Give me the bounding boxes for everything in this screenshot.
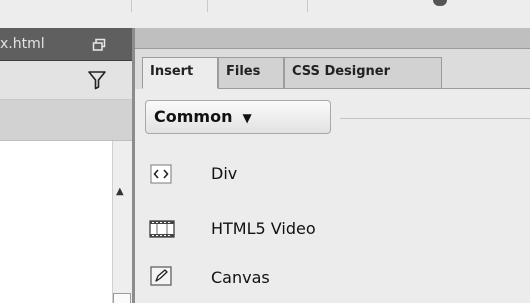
canvas-pen-icon[interactable] [148,264,176,288]
file-list-area [0,141,112,303]
vertical-scrollbar[interactable] [112,141,133,303]
tab-files[interactable]: Files [218,57,284,89]
tab-css-designer[interactable]: CSS Designer [284,57,442,89]
panel-drag-header[interactable] [135,28,530,49]
tab-insert[interactable]: Insert [142,57,218,89]
restore-window-icon[interactable] [92,37,106,51]
document-tab-label: x.html [0,36,45,52]
film-strip-icon[interactable] [148,217,176,241]
insert-item-canvas[interactable]: Canvas [211,268,270,287]
toolbar-divider [307,0,308,12]
div-tag-icon[interactable] [148,162,176,186]
top-toolbar-strip [0,0,530,28]
category-dropdown[interactable]: Common ▼ [145,100,331,134]
filter-funnel-icon[interactable] [86,69,108,91]
toolbar-divider [207,0,208,12]
toolbar-divider [131,0,132,12]
insert-item-div[interactable]: Div [211,164,237,183]
insert-item-html5-video[interactable]: HTML5 Video [211,219,316,238]
scroll-up-arrow-icon[interactable]: ▲ [116,187,124,197]
filter-toolbar [0,61,132,100]
category-divider [340,118,530,119]
tab-bar-baseline [442,88,530,89]
category-label: Common [154,107,233,126]
toolbar-partial-icon [433,0,447,6]
panel-row [0,100,132,141]
chevron-down-icon: ▼ [242,111,252,125]
scroll-thumb[interactable] [113,293,131,303]
